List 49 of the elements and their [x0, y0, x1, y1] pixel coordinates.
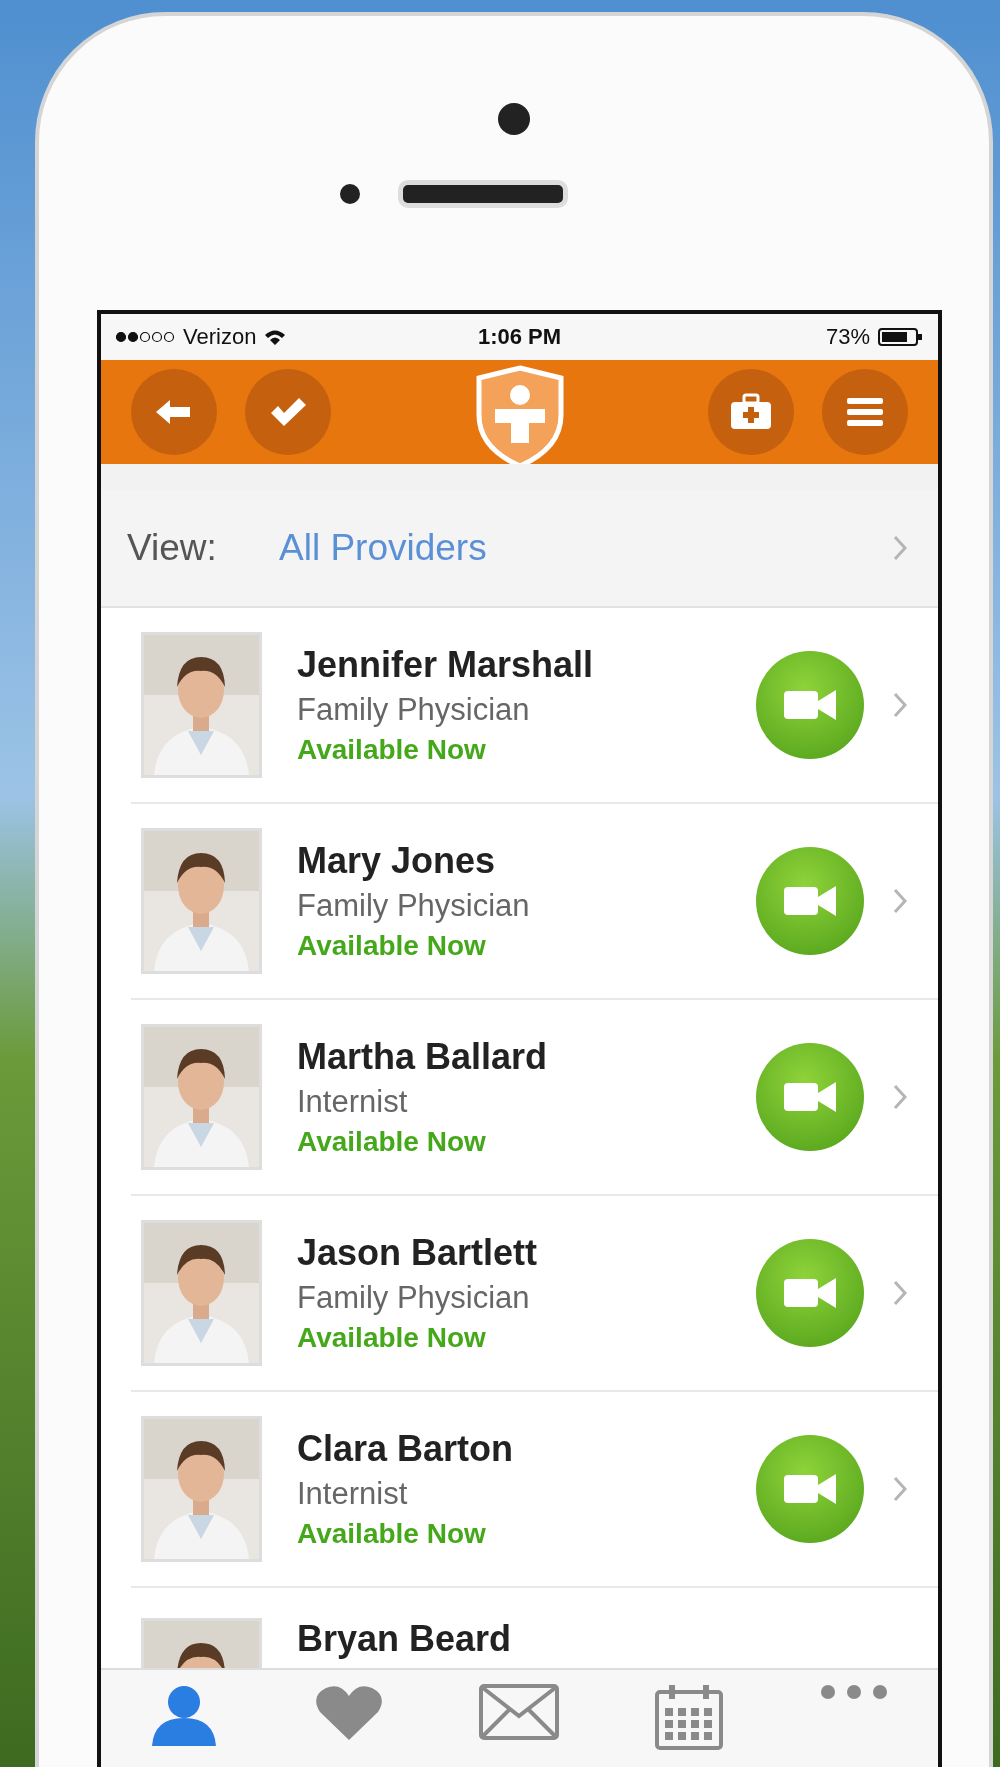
provider-name: Jason Bartlett	[297, 1232, 539, 1274]
chevron-icon	[892, 691, 908, 719]
speaker-icon	[398, 180, 568, 208]
availability-status: Available Now	[297, 1126, 487, 1158]
battery-percent: 73%	[825, 324, 870, 350]
menu-icon	[845, 396, 885, 428]
video-camera-icon	[782, 883, 838, 919]
envelope-tab[interactable]	[479, 1684, 560, 1740]
carrier-name: Verizon	[183, 324, 257, 350]
view-label: View:	[127, 527, 218, 569]
chevron-icon	[892, 1475, 908, 1503]
provider-name: Martha Ballard	[297, 1036, 549, 1078]
chevron-icon	[892, 1083, 908, 1111]
provider-specialty: Family Physician	[297, 1280, 531, 1316]
availability-status: Available Now	[297, 1518, 487, 1550]
heart-tab[interactable]	[314, 1684, 385, 1742]
availability-status: Available Now	[297, 1322, 487, 1354]
provider-name: Clara Barton	[297, 1428, 515, 1470]
provider-specialty: Internist	[297, 1476, 409, 1512]
availability-status: Available Now	[297, 734, 487, 766]
provider-name: Jennifer Marshall	[297, 644, 595, 686]
provider-name: Mary Jones	[297, 840, 497, 882]
battery-icon	[878, 327, 924, 347]
view-filter-row[interactable]: View: All Providers	[101, 490, 938, 608]
signal-icon	[115, 331, 175, 343]
sensor-icon	[340, 184, 360, 204]
provider-specialty: Internist	[297, 1084, 409, 1120]
chevron-icon	[892, 887, 908, 915]
provider-row[interactable]: Martha Ballard Internist Available Now	[131, 1000, 938, 1196]
wifi-icon	[264, 328, 287, 346]
view-value: All Providers	[279, 527, 488, 569]
camera-icon	[498, 103, 530, 135]
provider-specialty: Family Physician	[297, 692, 531, 728]
provider-specialty: Family Physician	[297, 888, 531, 924]
provider-row[interactable]: Jason Bartlett Family Physician Available Now	[131, 1196, 938, 1392]
provider-row[interactable]: Clara Barton Internist Available Now	[131, 1392, 938, 1588]
chevron-icon	[892, 534, 908, 562]
availability-status: Available Now	[297, 930, 487, 962]
video-camera-icon	[782, 1471, 838, 1507]
calendar-tab[interactable]	[654, 1684, 723, 1750]
video-camera-icon	[782, 1275, 838, 1311]
status-time: 1:06 PM	[477, 324, 562, 350]
provider-name: Bryan Beard	[297, 1618, 513, 1660]
video-camera-icon	[782, 687, 838, 723]
provider-row[interactable]: Jennifer Marshall Family Physician Available Now	[131, 608, 938, 804]
chevron-icon	[892, 1279, 908, 1307]
video-camera-icon	[782, 1079, 838, 1115]
first-aid-kit-icon	[729, 393, 773, 431]
provider-row[interactable]: Mary Jones Family Physician Available Now	[131, 804, 938, 1000]
